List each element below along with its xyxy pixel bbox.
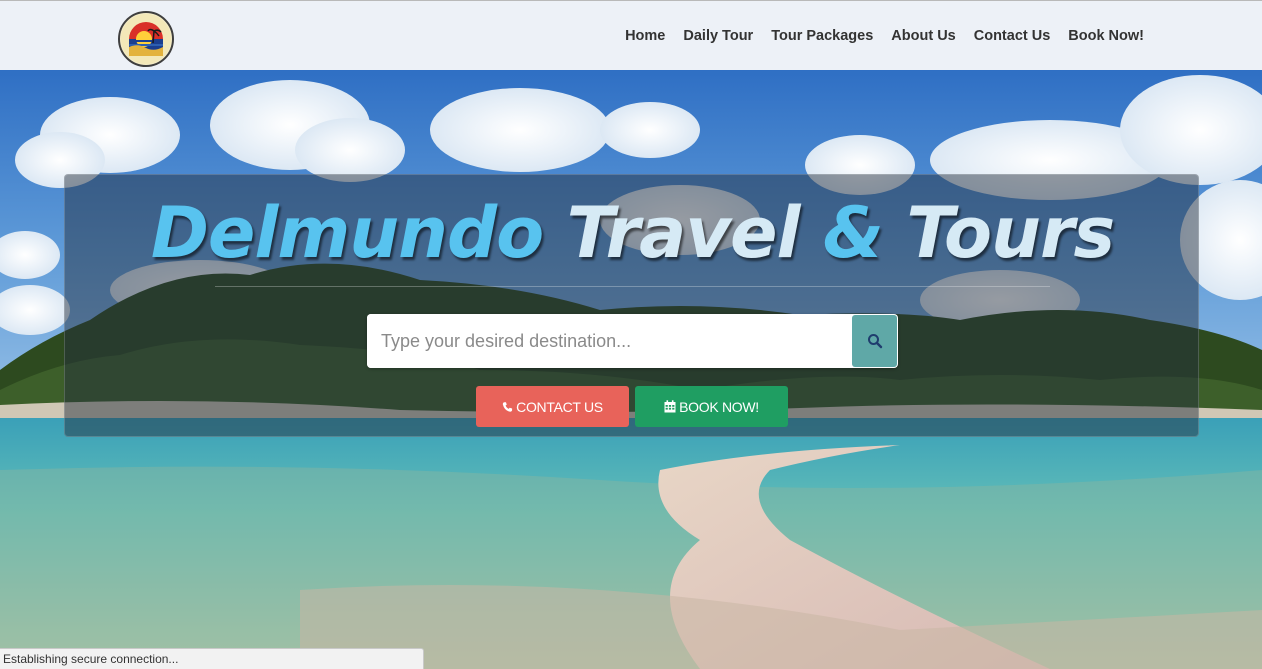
search-button[interactable] <box>852 315 897 367</box>
brand-logo[interactable] <box>118 11 174 67</box>
title-word-travel: Travel <box>566 192 823 274</box>
nav-daily-tour[interactable]: Daily Tour <box>683 26 753 46</box>
divider <box>215 286 1050 287</box>
nav-home[interactable]: Home <box>625 26 665 46</box>
logo-sunset-icon <box>121 14 171 64</box>
navbar: Home Daily Tour Tour Packages About Us C… <box>0 0 1262 70</box>
calendar-icon <box>664 400 676 413</box>
browser-status-bar: Establishing secure connection... <box>0 648 424 669</box>
title-word-delmundo: Delmundo <box>150 192 567 274</box>
nav-tour-packages[interactable]: Tour Packages <box>771 26 873 46</box>
nav-contact-us[interactable]: Contact Us <box>974 26 1051 46</box>
site-title: Delmundo Travel & Tours <box>65 183 1200 283</box>
cta-buttons: CONTACT US BOOK NOW! <box>476 386 788 427</box>
search-bar <box>367 314 898 368</box>
phone-icon <box>502 401 513 412</box>
title-ampersand: & <box>822 192 907 274</box>
search-icon <box>867 334 882 349</box>
hero-panel: Delmundo Travel & Tours CONTACT US <box>64 174 1199 437</box>
nav-about-us[interactable]: About Us <box>891 26 955 46</box>
book-now-button[interactable]: BOOK NOW! <box>635 386 788 427</box>
main-nav: Home Daily Tour Tour Packages About Us C… <box>625 26 1144 46</box>
contact-us-label: CONTACT US <box>516 398 603 415</box>
hero-section: Delmundo Travel & Tours CONTACT US <box>0 70 1262 669</box>
destination-search-input[interactable] <box>367 314 852 368</box>
title-word-tours: Tours <box>906 192 1115 274</box>
contact-us-button[interactable]: CONTACT US <box>476 386 629 427</box>
book-now-label: BOOK NOW! <box>679 398 759 415</box>
nav-book-now[interactable]: Book Now! <box>1068 26 1144 46</box>
